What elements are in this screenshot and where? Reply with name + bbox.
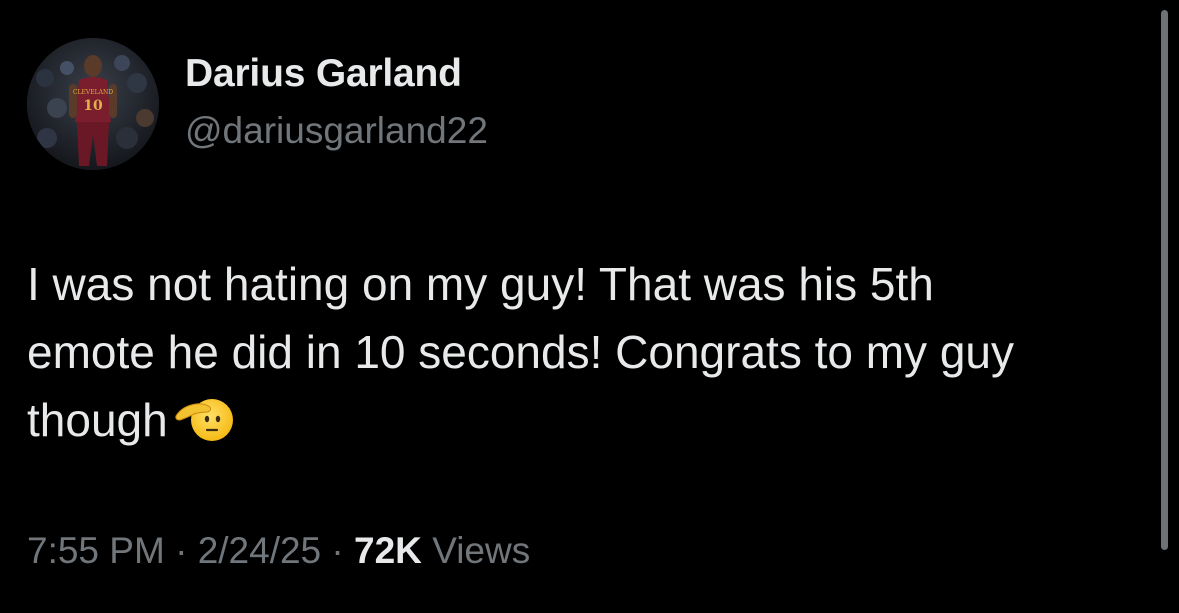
meta-separator: ·	[175, 530, 188, 571]
views-label[interactable]: Views	[432, 530, 530, 571]
views-count[interactable]: 72K	[354, 530, 422, 571]
tweet-line-2: emote he did in 10 seconds! Congrats to …	[27, 326, 1015, 378]
tweet-date[interactable]: 2/24/25	[198, 530, 321, 571]
scrollbar[interactable]	[1161, 10, 1168, 550]
jersey-text: CLEVELAND	[73, 89, 113, 96]
avatar[interactable]: CLEVELAND 10	[27, 38, 159, 170]
author-handle[interactable]: @dariusgarland22	[185, 110, 488, 152]
tweet-line-3-text: though	[27, 394, 168, 446]
tweet-line-1: I was not hating on my guy! That was his…	[27, 258, 934, 310]
jersey-number: 10	[83, 98, 103, 114]
tweet-text: I was not hating on my guy! That was his…	[27, 250, 1137, 454]
saluting-face-emoji-icon	[174, 394, 234, 442]
meta-separator: ·	[331, 530, 344, 571]
tweet-meta: 7:55 PM · 2/24/25 · 72K Views	[27, 530, 530, 572]
tweet-time[interactable]: 7:55 PM	[27, 530, 165, 571]
author-display-name[interactable]: Darius Garland	[185, 52, 462, 96]
tweet-line-3: though	[27, 386, 1137, 454]
player-profile-photo: CLEVELAND 10	[27, 38, 159, 170]
